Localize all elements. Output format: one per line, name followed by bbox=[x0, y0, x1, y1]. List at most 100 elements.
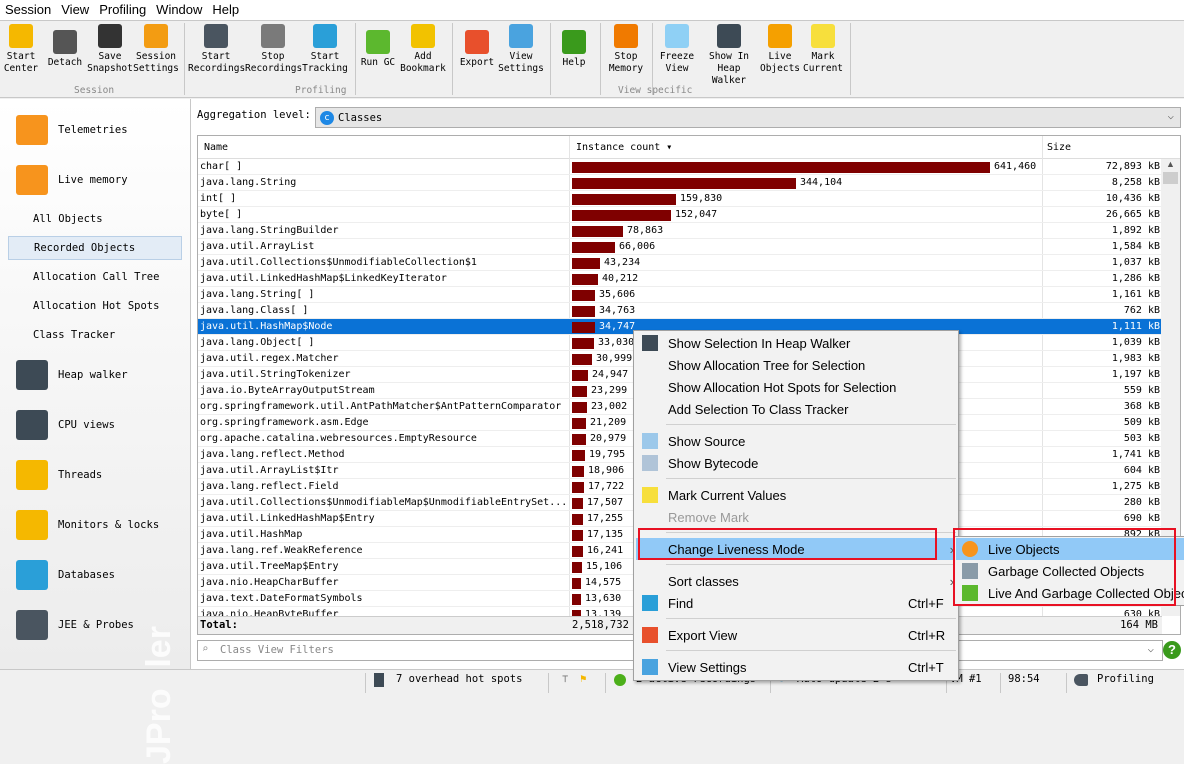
instance-count-bar bbox=[572, 242, 615, 253]
sidebar-item-label: Heap walker bbox=[58, 369, 128, 381]
column-header-size[interactable]: Size bbox=[1047, 142, 1071, 153]
menu-item-show-source[interactable]: Show Source bbox=[636, 430, 956, 452]
freeze-view-button[interactable]: Freeze View bbox=[649, 24, 705, 75]
table-row[interactable]: java.util.ArrayList 66,006 1,584 kB bbox=[198, 239, 1162, 255]
size: 1,039 kB bbox=[1111, 337, 1160, 348]
table-row[interactable]: java.util.Collections$UnmodifiableCollec… bbox=[198, 255, 1162, 271]
instance-count: 34,763 bbox=[599, 305, 636, 316]
table-row[interactable]: java.util.LinkedHashMap$LinkedKeyIterato… bbox=[198, 271, 1162, 287]
sidebar-item-monitors-locks[interactable]: Monitors & locks bbox=[0, 505, 190, 545]
start-tracking-button[interactable]: Start Tracking bbox=[297, 24, 353, 75]
menu-window[interactable]: Window bbox=[151, 0, 207, 20]
menu-item-sort-classes[interactable]: Sort classes › bbox=[636, 570, 956, 592]
scrollbar-thumb[interactable] bbox=[1163, 172, 1178, 184]
column-header-instance-count[interactable]: Instance count ▾ bbox=[576, 142, 672, 153]
instance-count-bar bbox=[572, 338, 594, 349]
menu-item-export-view[interactable]: Export View Ctrl+R bbox=[636, 624, 956, 646]
sidebar-item-databases[interactable]: Databases bbox=[0, 555, 190, 595]
run-gc-icon bbox=[366, 30, 390, 54]
table-row[interactable]: char[ ] 641,460 72,893 kB bbox=[198, 159, 1162, 175]
sidebar-item-label: JEE & Probes bbox=[58, 619, 134, 631]
sidebar-subitem-label: Allocation Call Tree bbox=[33, 271, 160, 283]
stop-recordings-icon bbox=[261, 24, 285, 48]
menu-view[interactable]: View bbox=[56, 0, 94, 20]
menu-item-show-selection-in-heap-walker[interactable]: Show Selection In Heap Walker bbox=[636, 332, 956, 354]
session-settings-button[interactable]: Session Settings bbox=[128, 24, 184, 75]
button-label: Tracking bbox=[302, 63, 348, 74]
table-row[interactable]: int[ ] 159,830 10,436 kB bbox=[198, 191, 1162, 207]
sidebar-subitem-label: Class Tracker bbox=[33, 329, 116, 341]
class-name: java.lang.Object[ ] bbox=[200, 337, 315, 348]
menu-item-show-allocation-tree-for-selection[interactable]: Show Allocation Tree for Selection bbox=[636, 354, 956, 376]
class-name: java.lang.reflect.Field bbox=[200, 481, 339, 492]
sidebar-subitem-all-objects[interactable]: All Objects bbox=[8, 207, 182, 231]
instance-count-bar bbox=[572, 482, 584, 493]
instance-count: 30,999 bbox=[596, 353, 633, 364]
table-row[interactable]: java.lang.StringBuilder 78,863 1,892 kB bbox=[198, 223, 1162, 239]
menu-item-remove-mark[interactable]: Remove Mark bbox=[636, 506, 956, 528]
sidebar-subitem-recorded-objects[interactable]: Recorded Objects bbox=[8, 236, 182, 260]
menu-item-add-selection-to-class-tracker[interactable]: Add Selection To Class Tracker bbox=[636, 398, 956, 420]
help-icon[interactable]: ? bbox=[1163, 641, 1181, 659]
sidebar-subitem-label: Allocation Hot Spots bbox=[33, 300, 160, 312]
pin-icon[interactable]: ⊤ bbox=[562, 673, 568, 685]
menu-item-find[interactable]: Find Ctrl+F bbox=[636, 592, 956, 614]
add-bookmark-button[interactable]: Add Bookmark bbox=[395, 24, 451, 75]
sidebar-subitem-allocation-hot-spots[interactable]: Allocation Hot Spots bbox=[8, 294, 182, 318]
class-name: java.util.StringTokenizer bbox=[200, 369, 351, 380]
start-recordings-button[interactable]: Start Recordings bbox=[188, 24, 245, 75]
separator bbox=[548, 673, 549, 693]
class-name: java.lang.StringBuilder bbox=[200, 225, 339, 236]
sidebar-item-threads[interactable]: Threads bbox=[0, 455, 190, 495]
view-settings-button[interactable]: View Settings bbox=[493, 24, 549, 75]
sidebar-subitem-class-tracker[interactable]: Class Tracker bbox=[8, 323, 182, 347]
instance-count: 16,241 bbox=[587, 545, 624, 556]
stop-recordings-button[interactable]: Stop Recordings bbox=[245, 24, 302, 75]
instance-count: 24,947 bbox=[592, 369, 629, 380]
menu-session[interactable]: Session bbox=[0, 0, 56, 20]
sidebar-item-label: Monitors & locks bbox=[58, 519, 160, 531]
menu-help[interactable]: Help bbox=[207, 0, 244, 20]
aggregation-level-select[interactable]: c Classes ⌵ bbox=[315, 107, 1181, 128]
menubar: Session View Profiling Window Help bbox=[0, 0, 1184, 20]
menu-item-shortcut: Ctrl+F bbox=[908, 595, 944, 611]
instance-count: 344,104 bbox=[800, 177, 843, 188]
overhead-hot-spots[interactable]: 7 overhead hot spots bbox=[396, 673, 522, 685]
menu-item-show-bytecode[interactable]: Show Bytecode bbox=[636, 452, 956, 474]
elapsed-time: 98:54 bbox=[1008, 673, 1040, 685]
column-header-name[interactable]: Name bbox=[204, 142, 228, 153]
sidebar-item-cpu-views[interactable]: CPU views bbox=[0, 405, 190, 445]
filter-placeholder: Class View Filters bbox=[220, 644, 334, 656]
size: 1,037 kB bbox=[1111, 257, 1160, 268]
chevron-down-icon[interactable]: ⌵ bbox=[1148, 643, 1154, 655]
table-row[interactable]: java.lang.String[ ] 35,606 1,161 kB bbox=[198, 287, 1162, 303]
menu-item-show-allocation-hot-spots-for-selection[interactable]: Show Allocation Hot Spots for Selection bbox=[636, 376, 956, 398]
menu-item-view-settings[interactable]: View Settings Ctrl+T bbox=[636, 656, 956, 678]
class-name: java.util.regex.Matcher bbox=[200, 353, 339, 364]
class-name: java.util.LinkedHashMap$LinkedKeyIterato… bbox=[200, 273, 447, 284]
sidebar-subitem-label: Recorded Objects bbox=[34, 242, 136, 254]
menu-item-mark-current-values[interactable]: Mark Current Values bbox=[636, 484, 956, 506]
class-name: java.util.HashMap$Node bbox=[200, 321, 333, 332]
table-row[interactable]: byte[ ] 152,047 26,665 kB bbox=[198, 207, 1162, 223]
table-row[interactable]: java.lang.Class[ ] 34,763 762 kB bbox=[198, 303, 1162, 319]
flag-icon[interactable]: ⚑ bbox=[580, 673, 586, 685]
size: 26,665 kB bbox=[1105, 209, 1160, 220]
heap-walker-camera-button[interactable]: Show In Heap Walker bbox=[701, 24, 757, 87]
menu-profiling[interactable]: Profiling bbox=[94, 0, 151, 20]
help-button[interactable]: Help bbox=[546, 24, 602, 69]
sidebar-item-jee-probes[interactable]: JEE & Probes bbox=[0, 605, 190, 645]
scroll-up-icon[interactable]: ▲ bbox=[1161, 159, 1180, 169]
stop-memory-button[interactable]: Stop Memory bbox=[598, 24, 654, 75]
table-row[interactable]: java.lang.String 344,104 8,258 kB bbox=[198, 175, 1162, 191]
telemetries-icon bbox=[16, 115, 48, 145]
export-icon bbox=[465, 30, 489, 54]
instance-count-bar bbox=[572, 210, 671, 221]
sidebar-subitem-allocation-call-tree[interactable]: Allocation Call Tree bbox=[8, 265, 182, 289]
size: 1,111 kB bbox=[1111, 321, 1160, 332]
sidebar-item-live-memory[interactable]: Live memory bbox=[0, 160, 190, 200]
mark-current-button[interactable]: Mark Current bbox=[795, 24, 851, 75]
sidebar-item-heap-walker[interactable]: Heap walker bbox=[0, 355, 190, 395]
sidebar-item-telemetries[interactable]: Telemetries bbox=[0, 110, 190, 150]
class-name: java.util.Collections$UnmodifiableCollec… bbox=[200, 257, 477, 268]
